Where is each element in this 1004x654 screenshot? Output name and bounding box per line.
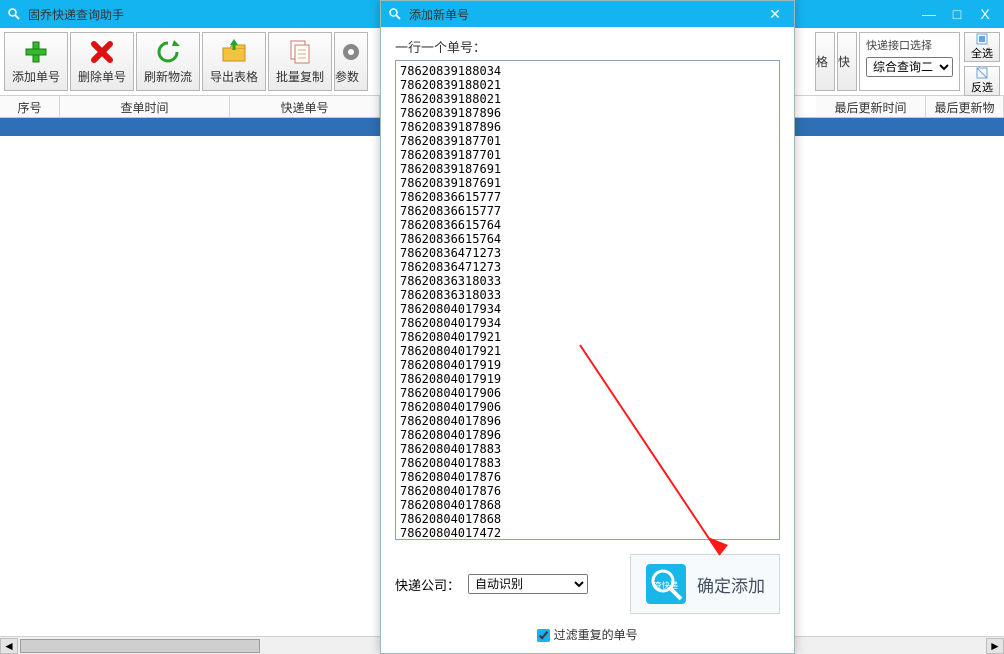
select-all-icon [976,33,988,45]
selection-tools: 全选 反选 [964,32,1000,91]
scroll-thumb[interactable] [20,639,260,653]
dialog-body: 一行一个单号： 快递公司： 自动识别 查快递 确定添加 过滤重复的单号 [381,27,794,653]
tracking-textarea-wrap [395,60,780,540]
filter-dup-row: 过滤重复的单号 [395,626,780,643]
select-all-button[interactable]: 全选 [964,32,1000,62]
col-last-update-time[interactable]: 最后更新时间 [816,96,926,117]
tracking-numbers-textarea[interactable] [396,61,779,539]
settings-button-partial[interactable]: 参数 [334,32,368,91]
company-label: 快递公司： [395,575,460,594]
col-tracking-no[interactable]: 快递单号 [230,96,380,117]
interface-group: 快递接口选择 综合查询二 [859,32,960,91]
dialog-close-button[interactable]: ✕ [762,4,788,24]
confirm-add-label: 确定添加 [697,572,765,597]
dialog-title-bar: 添加新单号 ✕ [381,1,794,27]
export-table-button[interactable]: 导出表格 [202,32,266,91]
plus-icon [22,38,50,66]
x-icon [88,38,116,66]
filter-dup-checkbox[interactable] [537,629,550,642]
minimize-button[interactable]: — [916,4,942,24]
interface-select[interactable]: 综合查询二 [866,57,953,77]
invert-selection-button[interactable]: 反选 [964,66,1000,96]
filter-dup-label: 过滤重复的单号 [554,628,638,642]
col-last-update-logistics[interactable]: 最后更新物流 [926,96,1004,117]
refresh-logistics-button[interactable]: 刷新物流 [136,32,200,91]
batch-copy-button[interactable]: 批量复制 [268,32,332,91]
col-query-time[interactable]: 查单时间 [60,96,230,117]
scroll-right-button[interactable]: ► [986,638,1004,654]
refresh-icon [154,38,182,66]
svg-text:查快递: 查快递 [654,580,678,590]
quick-button-partial[interactable]: 快 [837,32,857,91]
delete-tracking-button[interactable]: 删除单号 [70,32,134,91]
interface-group-title: 快递接口选择 [866,37,953,53]
gear-icon [337,38,365,66]
app-icon [6,6,22,22]
app-title: 固乔快递查询助手 [28,6,124,23]
invert-icon [976,67,988,79]
input-label: 一行一个单号： [395,37,780,56]
dialog-title: 添加新单号 [409,6,469,23]
window-controls: — □ X [916,4,998,24]
add-tracking-dialog: 添加新单号 ✕ 一行一个单号： 快递公司： 自动识别 查快递 确定添加 过滤重复… [380,0,795,654]
add-tracking-button[interactable]: 添加单号 [4,32,68,91]
close-button[interactable]: X [972,4,998,24]
company-row: 快递公司： 自动识别 查快递 确定添加 [395,554,780,614]
maximize-button[interactable]: □ [944,4,970,24]
confirm-add-button[interactable]: 查快递 确定添加 [630,554,780,614]
dialog-icon [387,6,403,22]
company-select[interactable]: 自动识别 [468,574,588,594]
col-seq[interactable]: 序号 [0,96,60,117]
copy-icon [286,38,314,66]
search-courier-icon: 查快递 [645,563,687,605]
format-button-partial[interactable]: 格 [815,32,835,91]
scroll-left-button[interactable]: ◄ [0,638,18,654]
folder-export-icon [220,38,248,66]
